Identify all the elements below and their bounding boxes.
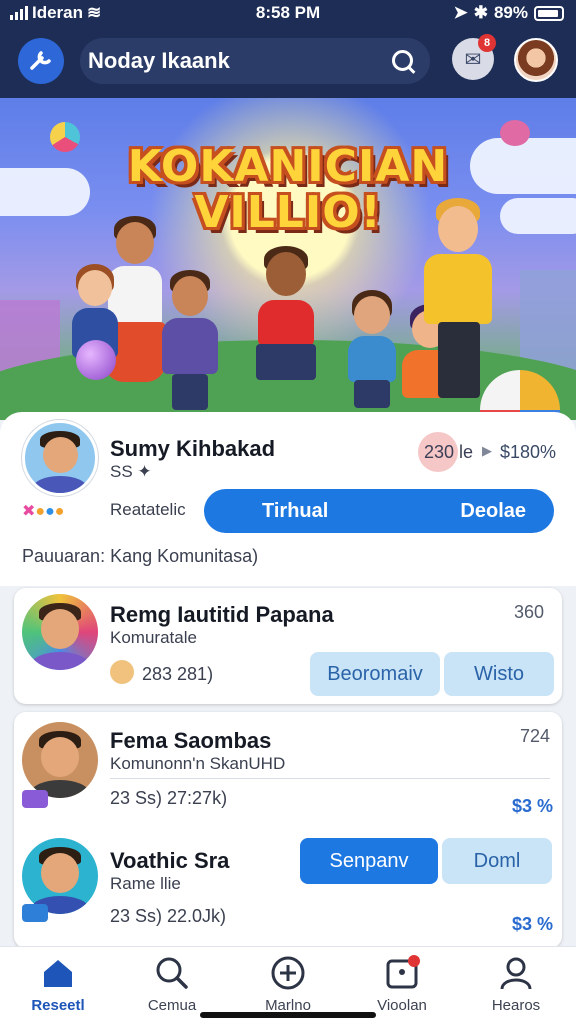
emoji-icon <box>110 660 134 684</box>
list-item-subtitle: Rame llie <box>110 874 181 893</box>
notification-badge: 8 <box>478 34 496 52</box>
list-item-amount: $3 % <box>512 796 554 816</box>
badge-icon: ● <box>54 503 65 520</box>
battery-percent: 89% <box>493 3 528 22</box>
illustration-kid <box>160 270 220 410</box>
divider <box>110 778 550 779</box>
list-item-name: Fema Saombas <box>110 728 272 753</box>
user-avatar[interactable] <box>514 38 558 82</box>
reaction-icons: ✖●●● <box>22 501 64 521</box>
list-card: Fema Saombas 724 Komunonn'n SkanUHD 23 S… <box>14 712 562 948</box>
list-item-subtitle: Komunonn'n SkanUHD <box>110 754 286 773</box>
badge-icon: ● <box>35 503 46 520</box>
app-logo-button[interactable] <box>18 38 64 84</box>
decor-ball <box>76 340 116 380</box>
featured-subtitle: Komuratale <box>110 628 197 647</box>
pill-left-button[interactable]: Tirhual <box>262 500 328 523</box>
list-item-name: Voathic Sra <box>110 848 230 873</box>
list-item-secondary-button[interactable]: Doml <box>442 838 552 884</box>
featured-thumbnail[interactable] <box>22 594 98 670</box>
nav-explore[interactable]: Marlno <box>238 955 338 1014</box>
hero-banner[interactable]: KOKANICIAN VILLIO! <box>0 98 576 420</box>
search-icon[interactable] <box>390 48 416 74</box>
pill-right-button[interactable]: Deolae <box>460 500 526 523</box>
inbox-button[interactable]: ✉ 8 <box>452 34 496 80</box>
wrench-icon <box>30 51 51 70</box>
profile-category: Reatatelic <box>110 500 186 519</box>
nav-home[interactable]: Reseetl <box>8 955 108 1014</box>
home-icon <box>40 955 76 991</box>
battery-icon <box>534 5 564 21</box>
notification-icon <box>384 955 420 991</box>
list-item-stats: 23 Ss) 22.0Jk) <box>110 906 227 926</box>
badge-icon: ✖ <box>22 503 36 520</box>
search-bar[interactable] <box>80 38 430 84</box>
featured-primary-button[interactable]: Beoromaiv <box>310 652 440 696</box>
list-item-stats: 23 Ss) 27:27k) <box>110 788 228 808</box>
camera-icon <box>22 904 48 922</box>
compass-icon <box>270 955 306 991</box>
profile-avatar[interactable] <box>22 420 98 496</box>
list-item-primary-button[interactable]: Senpanv <box>300 838 438 884</box>
top-header: Ideran ≋ 8:58 PM ➤ ✱ 89% ✉ 8 <box>0 0 576 98</box>
list-avatar[interactable] <box>22 838 98 914</box>
list-avatar[interactable] <box>22 722 98 798</box>
camera-icon <box>22 790 48 808</box>
featured-secondary-button[interactable]: Wisto <box>444 652 554 696</box>
community-line: Pauuaran: Kang Komunitasa) <box>22 546 259 566</box>
profile-sub: SS ✦ <box>110 462 152 481</box>
list-item[interactable]: Fema Saombas 724 Komunonn'n SkanUHD 23 S… <box>14 712 562 830</box>
featured-card[interactable]: Remg Iautitid Papana Komuratale 360 283 … <box>14 588 562 704</box>
mail-icon: ✉ <box>464 48 482 71</box>
chevron-right-icon: ▶ <box>482 443 492 458</box>
featured-stats: 283 281) <box>142 664 214 684</box>
search-input[interactable] <box>88 48 390 74</box>
nav-notifications[interactable]: Vioolan <box>352 955 452 1014</box>
illustration-kid <box>240 246 332 386</box>
home-indicator[interactable] <box>200 1012 376 1018</box>
decor-ball <box>50 122 80 152</box>
nav-search[interactable]: Cemua <box>122 955 222 1014</box>
list-item-count: 724 <box>520 726 551 746</box>
location-icon: ➤ <box>453 3 468 22</box>
status-bar: Ideran ≋ 8:58 PM ➤ ✱ 89% <box>0 0 576 28</box>
profile-count: 230 le <box>424 442 474 462</box>
illustration-kid <box>344 290 400 408</box>
badge-icon: ● <box>45 503 55 520</box>
nav-profile[interactable]: Hearos <box>466 955 566 1014</box>
action-pill[interactable]: Tirhual Deolae <box>204 489 554 533</box>
illustration-adult <box>416 198 496 398</box>
featured-count: 360 <box>514 602 545 622</box>
profile-amount: $180% <box>500 442 557 462</box>
list-item-amount: $3 % <box>512 914 554 934</box>
profile-name: Sumy Kihbakad <box>110 436 276 461</box>
list-item[interactable]: Voathic Sra Rame llie Senpanv Doml 23 Ss… <box>14 830 562 948</box>
bluetooth-icon: ✱ <box>473 3 488 22</box>
search-icon <box>154 955 190 991</box>
sparkle-icon: ✦ <box>137 462 152 481</box>
decor-ball <box>500 120 530 146</box>
profile-icon <box>498 955 534 991</box>
featured-title: Remg Iautitid Papana <box>110 602 334 627</box>
